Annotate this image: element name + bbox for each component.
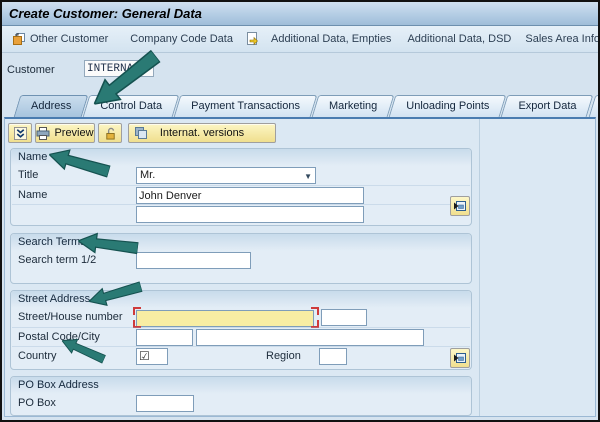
po-box-label: PO Box [18, 397, 56, 409]
document-arrow-icon [245, 32, 259, 46]
title-label: Title [18, 169, 38, 181]
po-box-group-header: PO Box Address [11, 377, 471, 394]
window-titlebar: Create Customer: General Data [2, 2, 598, 26]
app-toolbar: Other Customer Company Code Data Additio… [2, 26, 598, 53]
other-customer-icon [12, 32, 26, 46]
house-number-input[interactable] [321, 309, 367, 326]
tab-marketing[interactable]: Marketing [318, 95, 388, 117]
page-title: Create Customer: General Data [9, 6, 202, 21]
more-fields-button-name[interactable] [450, 196, 470, 216]
double-chevron-down-icon [14, 127, 27, 140]
preview-button[interactable]: Preview [35, 123, 95, 143]
checkbox-glyph: ☑ [139, 349, 150, 363]
tab-export-data[interactable]: Export Data [507, 95, 587, 117]
search-terms-group-header: Search Terms [11, 234, 471, 251]
expand-options-button[interactable] [8, 123, 32, 143]
customer-label: Customer [7, 64, 55, 76]
additional-data-dsd-button[interactable]: Additional Data, DSD [403, 33, 515, 45]
title-select[interactable]: Mr. ▼ [136, 167, 316, 184]
document-arrow-button[interactable] [241, 32, 263, 46]
other-customer-label: Other Customer [30, 33, 108, 45]
country-row: Country ☑ Region [12, 346, 470, 366]
tab-address[interactable]: Address [20, 95, 82, 117]
country-label: Country [18, 350, 57, 362]
postal-code-input[interactable] [136, 329, 193, 346]
more-fields-button-street[interactable] [450, 348, 470, 368]
additional-data-dsd-label: Additional Data, DSD [407, 33, 511, 45]
name-group: Name Title Mr. ▼ Name [10, 148, 472, 226]
search-term-row: Search term 1/2 [12, 251, 470, 270]
po-box-row: PO Box [12, 394, 470, 413]
name2-row [12, 204, 470, 224]
region-label: Region [266, 350, 301, 362]
po-box-group: PO Box Address PO Box [10, 376, 472, 416]
customer-input[interactable] [84, 60, 154, 77]
internat-versions-label: Internat. versions [160, 127, 244, 139]
additional-data-empties-label: Additional Data, Empties [271, 33, 391, 45]
street-row: Street/House number [12, 308, 470, 327]
company-code-data-button[interactable]: Company Code Data [126, 33, 237, 45]
title-row: Title Mr. ▼ [12, 166, 470, 185]
postal-city-row: Postal Code/City [12, 327, 470, 347]
postal-code-label: Postal Code/City [18, 331, 100, 343]
tab-strip: Address Control Data Payment Transaction… [20, 95, 600, 117]
window-arrow-icon [453, 199, 467, 213]
copy-versions-icon [134, 126, 148, 140]
tab-control-data[interactable]: Control Data [89, 95, 173, 117]
tab-unloading-points[interactable]: Unloading Points [395, 95, 500, 117]
additional-data-empties-button[interactable]: Additional Data, Empties [267, 33, 395, 45]
company-code-data-label: Company Code Data [130, 33, 233, 45]
unlock-button[interactable] [98, 123, 122, 143]
other-customer-button[interactable]: Other Customer [8, 32, 112, 46]
street-label: Street/House number [18, 311, 123, 323]
open-lock-icon [104, 127, 117, 140]
search-term-input[interactable] [136, 252, 251, 269]
window-arrow-icon [453, 351, 467, 365]
street-input[interactable] [136, 310, 314, 327]
name-label: Name [18, 189, 47, 201]
focus-corner [133, 307, 141, 315]
street-input-focus-frame [133, 307, 319, 328]
focus-corner [311, 307, 319, 315]
sap-window: Create Customer: General Data Other Cust… [0, 0, 600, 422]
city-input[interactable] [196, 329, 424, 346]
internat-versions-button[interactable]: Internat. versions [128, 123, 276, 143]
name-input[interactable] [136, 187, 364, 204]
preview-label: Preview [54, 127, 93, 139]
printer-icon [36, 127, 50, 140]
street-address-group: Street Address Street/House number Posta… [10, 290, 472, 370]
po-box-input[interactable] [136, 395, 194, 412]
sales-area-information-dsd-label: Sales Area Information, DSD [525, 33, 600, 45]
chevron-down-icon: ▼ [304, 169, 312, 184]
search-term-label: Search term 1/2 [18, 254, 96, 266]
region-input[interactable] [319, 348, 347, 365]
street-address-group-header: Street Address [11, 291, 471, 308]
name2-input[interactable] [136, 206, 364, 223]
content-right-divider [479, 119, 480, 416]
title-select-value: Mr. [140, 169, 155, 181]
search-terms-group: Search Terms Search term 1/2 [10, 233, 472, 284]
name-group-header: Name [11, 149, 471, 166]
tab-contact-person[interactable]: Contact Person [595, 95, 600, 117]
tab-payment-transactions[interactable]: Payment Transactions [180, 95, 311, 117]
country-input[interactable]: ☑ [136, 348, 168, 365]
sales-area-information-dsd-button[interactable]: Sales Area Information, DSD [521, 33, 600, 45]
name-row: Name [12, 185, 470, 205]
